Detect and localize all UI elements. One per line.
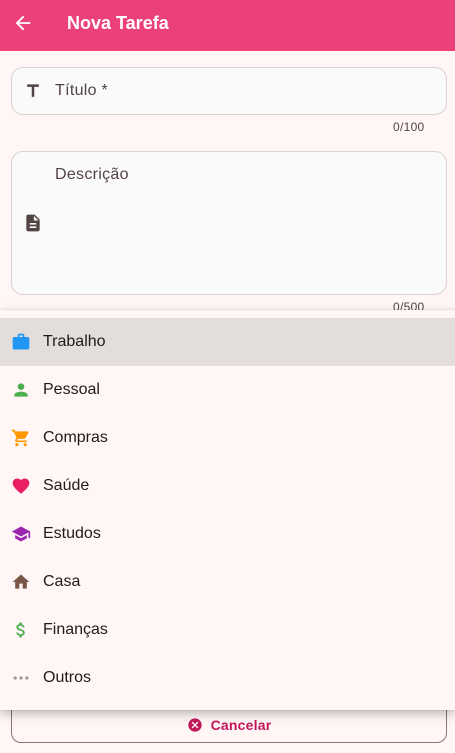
- menu-item-compras[interactable]: Compras: [0, 414, 455, 462]
- briefcase-icon: [11, 332, 31, 352]
- shopping-cart-icon: [11, 428, 31, 448]
- description-field-label: Descrição: [55, 166, 129, 183]
- cancel-button[interactable]: Cancelar: [11, 707, 447, 743]
- menu-item-estudos[interactable]: Estudos: [0, 510, 455, 558]
- menu-item-label: Casa: [43, 573, 81, 590]
- page-title: Nova Tarefa: [67, 13, 169, 33]
- menu-item-label: Trabalho: [43, 333, 106, 350]
- app-bar: Nova Tarefa: [0, 0, 455, 51]
- title-text-icon: [22, 80, 44, 102]
- heart-icon: [11, 476, 31, 496]
- back-button[interactable]: [11, 11, 35, 35]
- menu-item-label: Outros: [43, 669, 92, 686]
- menu-item-financas[interactable]: Finanças: [0, 606, 455, 654]
- title-field[interactable]: Título *: [11, 67, 447, 115]
- menu-item-outros[interactable]: Outros: [0, 654, 455, 702]
- menu-item-saude[interactable]: Saúde: [0, 462, 455, 510]
- home-icon: [11, 572, 31, 592]
- person-icon: [11, 380, 31, 400]
- menu-item-casa[interactable]: Casa: [0, 558, 455, 606]
- more-horizontal-icon: [11, 668, 31, 688]
- title-field-label: Título *: [55, 82, 109, 99]
- title-char-counter: 0/100: [393, 120, 425, 134]
- cancel-circle-icon: [187, 717, 202, 732]
- category-dropdown-menu: Trabalho Pessoal Compras Saúde Estudos C…: [0, 310, 455, 710]
- document-icon: [22, 212, 44, 234]
- menu-item-label: Finanças: [43, 621, 108, 638]
- graduation-cap-icon: [11, 524, 31, 544]
- cancel-button-label: Cancelar: [210, 716, 272, 733]
- description-field[interactable]: Descrição: [11, 151, 447, 295]
- menu-item-label: Pessoal: [43, 381, 100, 398]
- menu-item-trabalho[interactable]: Trabalho: [0, 318, 455, 366]
- dollar-icon: [11, 620, 31, 640]
- menu-item-label: Estudos: [43, 525, 101, 542]
- arrow-left-icon: [15, 15, 31, 31]
- menu-item-pessoal[interactable]: Pessoal: [0, 366, 455, 414]
- menu-item-label: Saúde: [43, 477, 90, 494]
- menu-item-label: Compras: [43, 429, 108, 446]
